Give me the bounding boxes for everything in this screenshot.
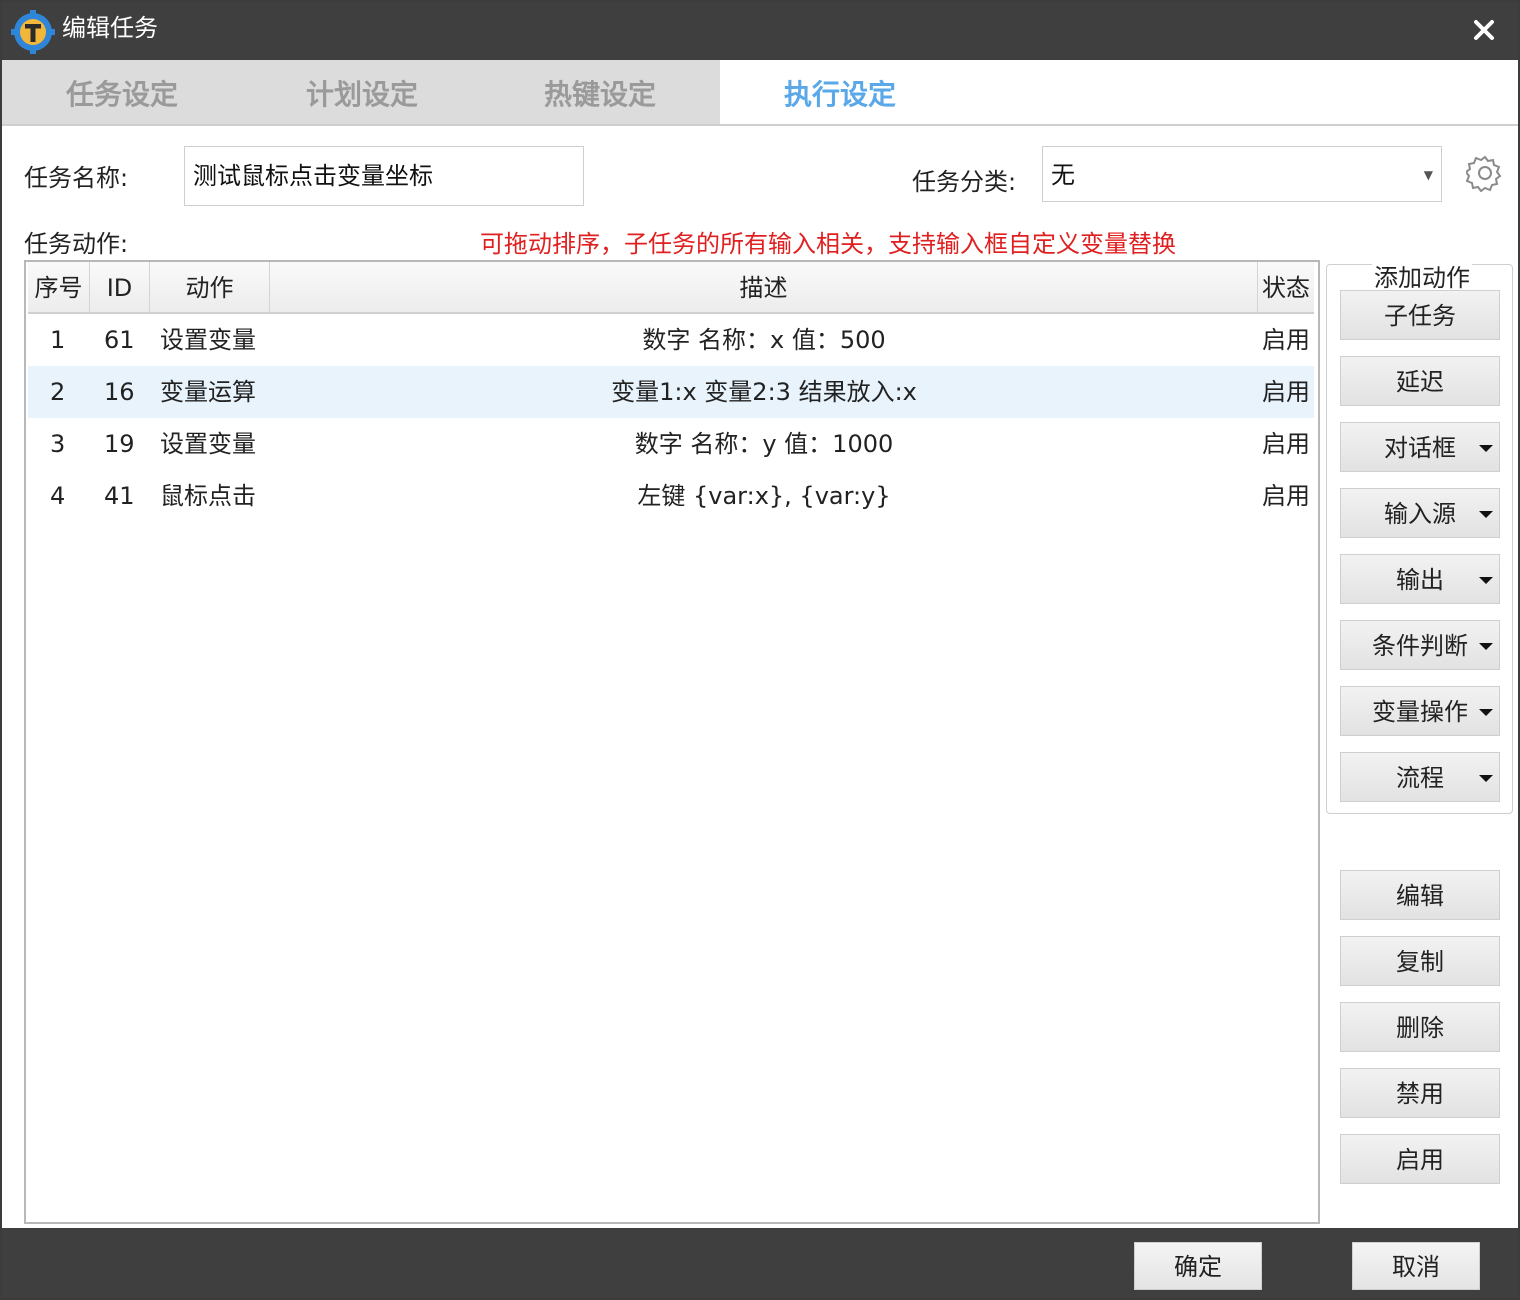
title-bar: 编辑任务 — [2, 2, 1518, 60]
row-status: 启用 — [1262, 430, 1310, 458]
subtask-button[interactable]: 子任务 — [1340, 290, 1500, 340]
dropdown-arrow-icon — [1479, 577, 1493, 584]
tab-bar-fill — [960, 60, 1518, 124]
category-value: 无 — [1051, 161, 1075, 189]
row-description: 数字 名称：y 值：1000 — [634, 430, 894, 458]
column-header-status[interactable]: 状态 — [1258, 262, 1314, 312]
delay-button-label: 延迟 — [1396, 368, 1444, 396]
row-id: 16 — [104, 378, 135, 406]
cancel-button[interactable]: 取消 — [1352, 1242, 1480, 1290]
copy-button[interactable]: 复制 — [1340, 936, 1500, 986]
app-logo-icon — [11, 10, 55, 54]
row-description: 数字 名称：x 值：500 — [642, 326, 886, 354]
dropdown-arrow-icon — [1479, 511, 1493, 518]
window-title: 编辑任务 — [62, 14, 158, 42]
condition-button[interactable]: 条件判断 — [1340, 620, 1500, 670]
table-header: 序号 ID 动作 描述 状态 — [28, 262, 1314, 314]
tab-execution-settings[interactable]: 执行设定 — [720, 60, 960, 124]
row-description: 左键 {var:x}, {var:y} — [637, 482, 891, 510]
column-header-action[interactable]: 动作 — [150, 262, 270, 312]
row-status: 启用 — [1262, 326, 1310, 354]
row-id: 41 — [104, 482, 135, 510]
row-action: 设置变量 — [160, 430, 256, 458]
task-name-input[interactable]: 测试鼠标点击变量坐标 — [184, 146, 584, 206]
dialog-button-label: 对话框 — [1384, 434, 1456, 462]
row-index: 3 — [50, 430, 66, 458]
row-index: 4 — [50, 482, 66, 510]
enable-button[interactable]: 启用 — [1340, 1134, 1500, 1184]
column-header-id[interactable]: ID — [90, 262, 150, 312]
delay-button[interactable]: 延迟 — [1340, 356, 1500, 406]
dropdown-arrow-icon — [1479, 643, 1493, 650]
tab-schedule-settings[interactable]: 计划设定 — [242, 60, 482, 124]
dropdown-arrow-icon — [1479, 445, 1493, 452]
column-header-description[interactable]: 描述 — [270, 262, 1258, 312]
input-source-button-label: 输入源 — [1384, 500, 1456, 528]
row-id: 61 — [104, 326, 135, 354]
close-icon[interactable] — [1470, 16, 1498, 44]
input-source-button[interactable]: 输入源 — [1340, 488, 1500, 538]
edit-button[interactable]: 编辑 — [1340, 870, 1500, 920]
subtask-button-label: 子任务 — [1384, 302, 1456, 330]
variable-ops-button[interactable]: 变量操作 — [1340, 686, 1500, 736]
output-button-label: 输出 — [1396, 566, 1444, 594]
condition-button-label: 条件判断 — [1372, 632, 1468, 660]
output-button[interactable]: 输出 — [1340, 554, 1500, 604]
row-action: 设置变量 — [160, 326, 256, 354]
edit-task-window: 编辑任务 任务设定 计划设定 热键设定 执行设定 任务名称: 测试鼠标点击变量坐… — [0, 0, 1520, 1300]
dialog-button[interactable]: 对话框 — [1340, 422, 1500, 472]
tab-bar: 任务设定 计划设定 热键设定 执行设定 — [2, 60, 1518, 126]
gear-icon[interactable] — [1466, 154, 1504, 192]
dropdown-arrow-icon — [1479, 709, 1493, 716]
actions-table: 序号 ID 动作 描述 状态 1 61 设置变量 数字 名称：x 值：500 启… — [24, 260, 1320, 1224]
flow-button-label: 流程 — [1396, 764, 1444, 792]
column-header-index[interactable]: 序号 — [28, 262, 90, 312]
disable-button[interactable]: 禁用 — [1340, 1068, 1500, 1118]
row-description: 变量1:x 变量2:3 结果放入:x — [611, 378, 917, 406]
category-select[interactable]: 无 ▼ — [1042, 146, 1442, 202]
task-actions-label: 任务动作: — [24, 230, 129, 258]
row-id: 19 — [104, 430, 135, 458]
add-action-title: 添加动作 — [1372, 258, 1472, 293]
category-label: 任务分类: — [912, 168, 1017, 196]
row-status: 启用 — [1262, 482, 1310, 510]
variable-ops-button-label: 变量操作 — [1372, 698, 1468, 726]
table-row[interactable]: 4 41 鼠标点击 左键 {var:x}, {var:y} 启用 — [28, 470, 1314, 522]
row-index: 2 — [50, 378, 66, 406]
dropdown-arrow-icon — [1479, 775, 1493, 782]
flow-button[interactable]: 流程 — [1340, 752, 1500, 802]
task-name-label: 任务名称: — [24, 164, 129, 192]
tab-hotkey-settings[interactable]: 热键设定 — [480, 60, 720, 124]
table-row[interactable]: 1 61 设置变量 数字 名称：x 值：500 启用 — [28, 314, 1314, 366]
table-row[interactable]: 3 19 设置变量 数字 名称：y 值：1000 启用 — [28, 418, 1314, 470]
tab-task-settings[interactable]: 任务设定 — [2, 60, 242, 124]
row-action: 变量运算 — [160, 378, 256, 406]
row-action: 鼠标点击 — [160, 482, 256, 510]
table-row[interactable]: 2 16 变量运算 变量1:x 变量2:3 结果放入:x 启用 — [28, 366, 1314, 418]
row-status: 启用 — [1262, 378, 1310, 406]
ok-button[interactable]: 确定 — [1134, 1242, 1262, 1290]
row-index: 1 — [50, 326, 66, 354]
chevron-down-icon: ▼ — [1423, 168, 1433, 182]
footer-bar: 确定 取消 — [2, 1228, 1518, 1298]
delete-button[interactable]: 删除 — [1340, 1002, 1500, 1052]
drag-sort-hint: 可拖动排序，子任务的所有输入相关，支持输入框自定义变量替换 — [480, 230, 1176, 258]
